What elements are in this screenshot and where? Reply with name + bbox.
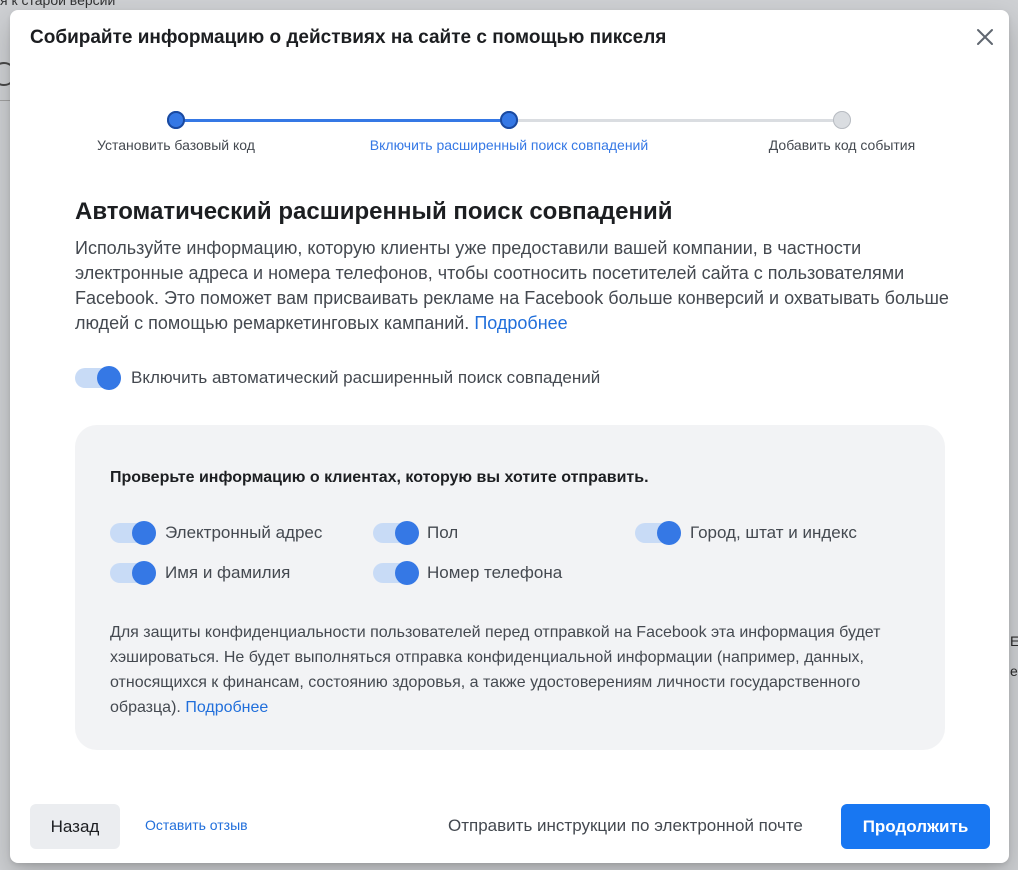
section-description: Используйте информацию, которую клиенты … [75,238,949,333]
progress-stepper: Установить базовый код Включить расширен… [10,110,1009,170]
email-toggle-label: Электронный адрес [165,523,323,542]
step-dot-2 [500,111,518,129]
customer-info-panel: Проверьте информацию о клиентах, которую… [75,425,945,750]
continue-button[interactable]: Продолжить [841,804,990,849]
privacy-learn-more-link[interactable]: Подробнее [185,699,268,716]
back-button[interactable]: Назад [30,804,120,849]
email-instructions-link[interactable]: Отправить инструкции по электронной почт… [448,816,803,836]
city-state-zip-toggle[interactable] [635,521,681,545]
old-version-link: я к старой версии [0,0,116,8]
name-toggle-label: Имя и фамилия [165,563,291,582]
phone-toggle-label: Номер телефона [427,563,563,582]
email-toggle[interactable] [110,521,156,545]
customer-info-title: Проверьте информацию о клиентах, которую… [110,469,649,486]
stepper-line-completed [176,119,509,122]
step-label-3: Добавить код события [768,137,916,153]
section-title: Автоматический расширенный поиск совпаде… [75,198,673,225]
name-toggle[interactable] [110,561,156,585]
gender-toggle-label: Пол [427,523,459,542]
auto-matching-toggle[interactable] [75,366,121,390]
step-dot-3 [833,111,851,129]
stepper-line-pending [509,119,842,122]
auto-matching-toggle-label: Включить автоматический расширенный поис… [131,368,601,387]
step-label-1: Установить базовый код [97,137,255,153]
gender-toggle[interactable] [373,521,419,545]
close-icon[interactable] [972,24,998,50]
phone-toggle[interactable] [373,561,419,585]
dialog-title: Собирайте информацию о действиях на сайт… [30,27,667,48]
step-label-2: Включить расширенный поиск совпадений [369,137,649,153]
learn-more-link[interactable]: Подробнее [474,313,567,333]
step-dot-1 [167,111,185,129]
privacy-notice: Для защиты конфиденциальности пользовате… [110,624,881,716]
feedback-link[interactable]: Оставить отзыв [145,817,248,833]
city-state-zip-toggle-label: Город, штат и индекс [690,523,857,542]
pixel-setup-dialog: Собирайте информацию о действиях на сайт… [10,10,1009,863]
background-right-text: Е е [1010,633,1018,679]
